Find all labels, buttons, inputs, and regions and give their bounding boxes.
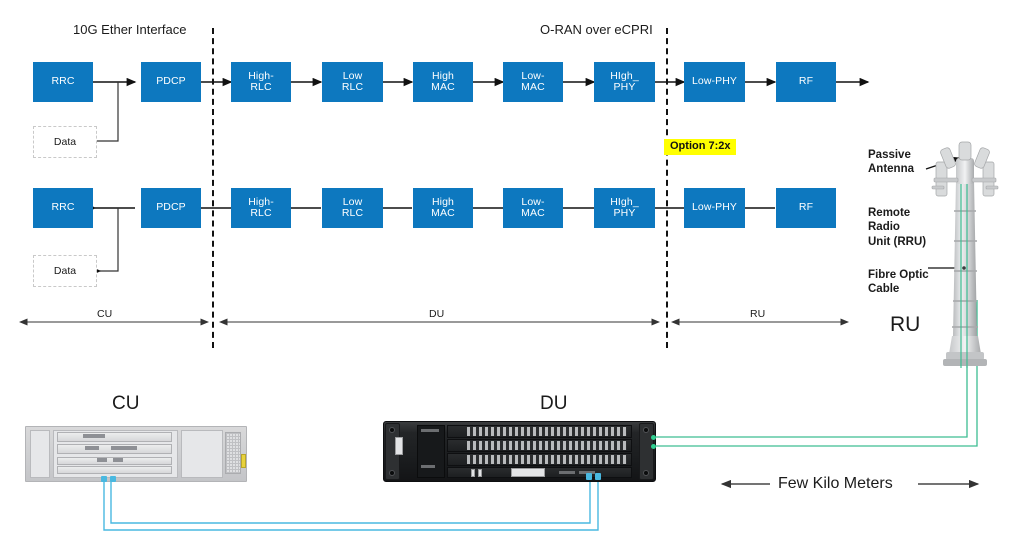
block-uplink-high-phy[interactable]: HIgh_ PHY — [594, 188, 655, 228]
block-uplink-pdcp[interactable]: PDCP — [141, 188, 201, 228]
label-10g-ether-interface: 10G Ether Interface — [73, 22, 187, 37]
label-cu-hardware: CU — [112, 393, 140, 414]
block-uplink-rf[interactable]: RF — [776, 188, 836, 228]
block-uplink-low-mac[interactable]: Low- MAC — [503, 188, 563, 228]
du-port-2 — [595, 473, 601, 480]
label-few-kilo-meters: Few Kilo Meters — [778, 475, 893, 492]
cu-du-split-line — [212, 28, 214, 348]
label-oran-over-ecpri: O-RAN over eCPRI — [540, 22, 653, 37]
cu-port-2 — [110, 476, 116, 482]
block-uplink-high-mac[interactable]: High MAC — [413, 188, 473, 228]
du-fibre-port-1 — [651, 435, 656, 440]
block-downlink-low-phy[interactable]: Low-PHY — [684, 62, 745, 102]
ru-tower-illustration — [930, 140, 1000, 370]
callout-passive-antenna: Passive Antenna — [868, 149, 914, 176]
block-downlink-rrc[interactable]: RRC — [33, 62, 93, 102]
block-downlink-high-phy[interactable]: HIgh_ PHY — [594, 62, 655, 102]
block-downlink-low-rlc[interactable]: Low RLC — [322, 62, 383, 102]
du-fibre-port-2 — [651, 444, 656, 449]
block-uplink-rrc[interactable]: RRC — [33, 188, 93, 228]
scale-label-ru: RU — [750, 308, 766, 320]
label-du-hardware: DU — [540, 393, 568, 414]
scale-label-du: DU — [429, 308, 445, 320]
databox-downlink: Data — [33, 126, 97, 158]
block-uplink-low-phy[interactable]: Low-PHY — [684, 188, 745, 228]
cu-port-1 — [101, 476, 107, 482]
callout-remote-radio-unit: Remote Radio Unit (RRU) — [868, 207, 927, 248]
du-rack-unit — [383, 421, 656, 482]
block-downlink-pdcp[interactable]: PDCP — [141, 62, 201, 102]
cu-rack-unit — [25, 426, 247, 482]
du-port-1 — [586, 473, 592, 480]
label-ru-tower-name: RU — [890, 313, 921, 336]
scale-label-cu: CU — [97, 308, 113, 320]
du-ru-split-line — [666, 28, 668, 348]
diagram-canvas: 10G Ether Interface O-RAN over eCPRI RRC… — [0, 0, 1024, 554]
option-7-2x-badge: Option 7:2x — [664, 139, 736, 155]
callout-fibre-optic-cable: Fibre Optic Cable — [868, 269, 929, 296]
databox-uplink: Data — [33, 255, 97, 287]
block-downlink-high-rlc[interactable]: High- RLC — [231, 62, 291, 102]
block-downlink-rf[interactable]: RF — [776, 62, 836, 102]
block-uplink-low-rlc[interactable]: Low RLC — [322, 188, 383, 228]
block-downlink-high-mac[interactable]: High MAC — [413, 62, 473, 102]
block-uplink-high-rlc[interactable]: High- RLC — [231, 188, 291, 228]
block-downlink-low-mac[interactable]: Low- MAC — [503, 62, 563, 102]
